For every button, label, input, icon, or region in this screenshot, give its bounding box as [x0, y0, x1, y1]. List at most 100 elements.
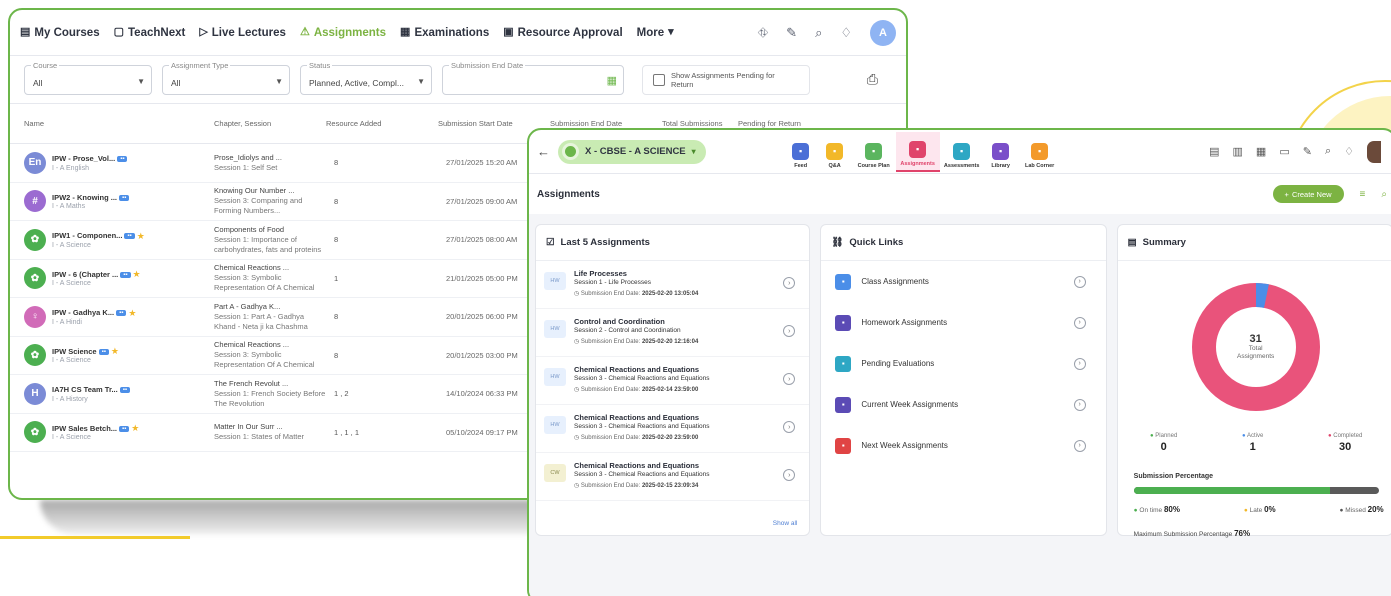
pending-return-checkbox[interactable] [653, 73, 665, 86]
export-icon[interactable]: ⎙ [867, 71, 878, 88]
tab-lab-corner[interactable]: ▪ Lab Corner [1018, 132, 1062, 172]
subject-avatar: En [24, 151, 46, 174]
module-icon: ▪ [792, 142, 810, 160]
name-block: IPW - Gadhya K... ▪▪ ★ I - A Hindi [52, 308, 136, 326]
tab-label: Lab Corner [1024, 162, 1055, 169]
ontime-stat: ● On time 80% [1133, 505, 1180, 514]
report-icon[interactable]: ▤ [1209, 145, 1219, 158]
assignment-item[interactable]: HW Life Processes Session 1 - Life Process… [536, 261, 810, 309]
arrow-right-icon[interactable]: › [1073, 398, 1086, 411]
nav-resource-approval[interactable]: ▣ Resource Approval [503, 27, 622, 39]
quick-link-item[interactable]: ▪ Next Week Assignments › [821, 425, 1105, 466]
assignment-name[interactable]: IPW - 6 (Chapter ... [52, 270, 118, 281]
planned-label-text: Planned [1155, 433, 1178, 439]
cell-chapter: Components of Food Session 1: Importance … [214, 225, 326, 255]
quick-links-title: Quick Links [849, 237, 904, 248]
assignment-name[interactable]: IPW - Prose_Vol... [52, 154, 115, 165]
arrow-right-icon[interactable]: › [783, 421, 796, 433]
quick-links-panel: ⛓ Quick Links ▪ Class Assignments › ▪ Homewor… [820, 224, 1107, 536]
arrow-right-icon[interactable]: › [783, 469, 796, 481]
col-chapter[interactable]: Chapter, Session [214, 119, 326, 129]
tab-label: Course Plan [857, 162, 890, 169]
nav-examinations[interactable]: ▦ Examinations [400, 27, 489, 39]
quick-link-item[interactable]: ▪ Current Week Assignments › [821, 384, 1105, 425]
tab-label: Q&A [828, 162, 841, 169]
clock-icon: ◷ [574, 387, 581, 394]
create-new-button[interactable]: + Create New [1272, 185, 1344, 203]
submission-end-date-field[interactable]: Submission End Date ▦ [442, 60, 624, 95]
session-name: Session 1: French Society Before The Rev… [214, 388, 326, 408]
translate-icon[interactable]: ⛗ [758, 25, 768, 41]
tab-assessments[interactable]: ▪ Assessments [940, 132, 984, 172]
search-icon[interactable]: ⌕ [815, 25, 822, 41]
tab-course-plan[interactable]: ▪ Course Plan [852, 132, 896, 172]
arrow-right-icon[interactable]: › [783, 277, 796, 289]
type-badge: ▪▪ [119, 387, 130, 394]
nav-more[interactable]: More ▾ [637, 27, 674, 39]
gradebook-icon[interactable]: ▦ [1256, 145, 1266, 158]
course-select[interactable]: Course All ▼ [24, 60, 152, 95]
tab-library[interactable]: ▪ Library [984, 132, 1018, 172]
nav-teachnext[interactable]: ▢ TeachNext [114, 27, 186, 39]
cell-name: ✿ IPW1 - Componen... ▪▪ ★ I - A Science [24, 228, 214, 251]
quick-link-item[interactable]: ▪ Homework Assignments › [821, 302, 1105, 343]
assignment-item[interactable]: HW Chemical Reactions and Equations Sessio… [536, 405, 810, 453]
col-resource[interactable]: Resource Added [326, 119, 438, 129]
assignment-item[interactable]: HW Control and Coordination Session 2 - Co… [536, 309, 810, 357]
missed-value: 20% [1367, 505, 1384, 514]
assignment-item[interactable]: CW Chemical Reactions and Equations Sessio… [536, 453, 810, 501]
subject-avatar: ✿ [24, 228, 46, 251]
assignment-name[interactable]: IPW Sales Betch... [52, 424, 117, 435]
arrow-right-icon[interactable]: › [1073, 316, 1086, 329]
assignment-title: Chemical Reactions and Equations [574, 365, 700, 374]
arrow-right-icon[interactable]: › [1073, 357, 1086, 370]
pending-return-toggle[interactable]: Show Assignments Pending for Return [642, 64, 810, 95]
arrow-right-icon[interactable]: › [1073, 275, 1086, 288]
assignment-name[interactable]: IPW - Gadhya K... [52, 308, 114, 319]
tools-icon[interactable]: ✎ [1303, 145, 1312, 158]
avatar[interactable]: A [870, 19, 896, 46]
bell-icon[interactable]: ♢ [840, 25, 852, 41]
tab-assignments[interactable]: ▪ Assignments [895, 131, 940, 172]
col-pending-return[interactable]: Pending for Return [738, 119, 850, 129]
folder-icon[interactable]: ▭ [1279, 145, 1289, 158]
bell-icon[interactable]: ♢ [1344, 145, 1354, 158]
col-total-submissions[interactable]: Total Submissions [662, 119, 738, 129]
tools-icon[interactable]: ✎ [786, 25, 797, 41]
avatar[interactable] [1367, 140, 1381, 163]
search-icon[interactable]: ⌕ [1381, 189, 1387, 200]
list-view-icon[interactable]: ≡ [1360, 189, 1366, 200]
quick-link-item[interactable]: ▪ Class Assignments › [821, 261, 1105, 302]
tab-feed[interactable]: ▪ Feed [784, 132, 818, 172]
clock-icon: ◷ [574, 435, 581, 442]
assignment-item[interactable]: HW Chemical Reactions and Equations Sessio… [536, 357, 810, 405]
arrow-right-icon[interactable]: › [1073, 439, 1086, 452]
max-label: Maximum Submission Percentage [1133, 531, 1233, 538]
chapter-name: Prose_Idiolys and ... [214, 152, 282, 162]
quick-link-item[interactable]: ▪ Pending Evaluations › [821, 343, 1105, 384]
nav-my-courses[interactable]: ▤ My Courses [20, 27, 100, 39]
back-arrow-icon[interactable]: ← [537, 144, 550, 159]
tab-q-a[interactable]: ▪ Q&A [818, 132, 852, 172]
legend-planned: ● Planned 0 [1150, 433, 1177, 453]
clock-icon: ◷ [574, 339, 581, 346]
notes-icon[interactable]: ▥ [1233, 145, 1243, 158]
tab-label: Feed [794, 162, 808, 169]
col-end-date[interactable]: Submission End Date [550, 119, 662, 129]
nav-assignments[interactable]: ⚠ Assignments [300, 27, 386, 39]
assignment-type-select[interactable]: Assignment Type All ▼ [162, 60, 290, 95]
assignment-name[interactable]: IA7H CS Team Tr... [52, 385, 118, 396]
assignment-name[interactable]: IPW1 - Componen... [52, 231, 122, 242]
calendar-icon[interactable]: ▦ [607, 74, 617, 87]
assignment-name[interactable]: IPW2 - Knowing ... [52, 193, 117, 204]
arrow-right-icon[interactable]: › [783, 325, 796, 337]
arrow-right-icon[interactable]: › [783, 373, 796, 385]
search-icon[interactable]: ⌕ [1325, 145, 1331, 158]
assignment-name[interactable]: IPW Science [52, 347, 97, 358]
nav-live-lectures[interactable]: ▷ Live Lectures [199, 27, 286, 39]
show-all-link[interactable]: Show all [773, 520, 798, 527]
status-select[interactable]: Status Planned, Active, Compl... ▼ [300, 60, 432, 95]
class-selector[interactable]: X - CBSE - A SCIENCE ▾ [558, 139, 706, 164]
col-start-date[interactable]: Submission Start Date [438, 119, 550, 129]
col-name[interactable]: Name [24, 119, 214, 129]
